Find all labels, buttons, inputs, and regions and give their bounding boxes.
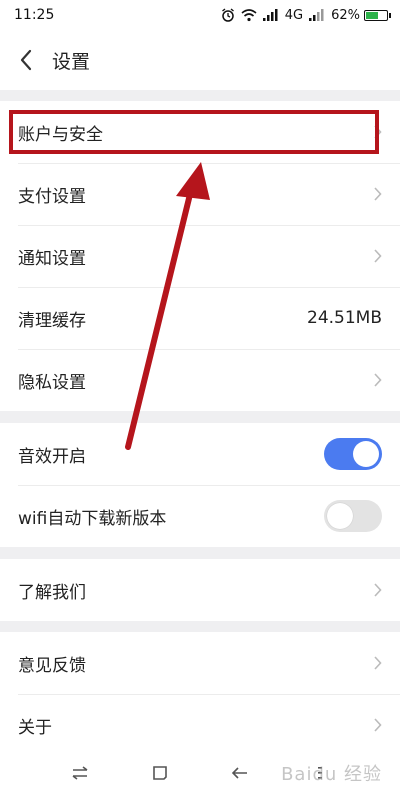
chevron-left-icon (20, 49, 32, 71)
settings-item-about-us[interactable]: 了解我们 (0, 559, 400, 621)
chevron-right-icon (373, 187, 382, 201)
signal-icon-2 (309, 9, 324, 21)
battery-percent: 62% (331, 7, 360, 23)
chevron-right-icon (373, 656, 382, 670)
settings-item-label: 通知设置 (18, 248, 86, 269)
chevron-right-icon (373, 583, 382, 597)
status-icons: 4G 62% (221, 7, 391, 23)
settings-item-privacy[interactable]: 隐私设置 (0, 349, 400, 411)
watermark: Baidu 经验 (281, 764, 382, 785)
nav-back-button[interactable] (220, 753, 260, 793)
settings-item-label: 支付设置 (18, 186, 86, 207)
settings-group-toggles: 音效开启 wifi自动下载新版本 (0, 423, 400, 547)
settings-item-sound: 音效开启 (0, 423, 400, 485)
annotation-highlight-box (9, 110, 379, 154)
settings-item-label: 清理缓存 (18, 310, 86, 331)
settings-item-label: 意见反馈 (18, 655, 86, 676)
chevron-right-icon (373, 249, 382, 263)
chevron-right-icon (373, 718, 382, 732)
toggle-knob (327, 503, 353, 529)
battery-icon (364, 9, 391, 21)
sound-toggle[interactable] (324, 438, 382, 470)
chevron-right-icon (373, 373, 382, 387)
signal-icon (262, 9, 278, 21)
toggle-knob (353, 441, 379, 467)
battery: 62% (331, 7, 391, 23)
settings-item-label: 关于 (18, 717, 52, 738)
wifi-auto-download-toggle[interactable] (324, 500, 382, 532)
settings-item-label: 了解我们 (18, 582, 86, 603)
settings-item-label: wifi自动下载新版本 (18, 508, 167, 529)
settings-item-label: 隐私设置 (18, 372, 86, 393)
nav-home-button[interactable] (140, 753, 180, 793)
switch-arrows-icon (72, 766, 88, 780)
header: 设置 (0, 30, 400, 90)
page-title: 设置 (52, 50, 91, 73)
settings-item-clear-cache[interactable]: 清理缓存 24.51MB (0, 287, 400, 349)
wifi-icon (241, 8, 257, 21)
status-time: 11:25 (14, 7, 55, 23)
settings-group-about-us: 了解我们 (0, 559, 400, 621)
settings-group-feedback: 意见反馈 关于 (0, 632, 400, 756)
back-arrow-icon (231, 767, 247, 779)
cache-size: 24.51MB (307, 308, 382, 328)
back-button[interactable] (2, 30, 50, 90)
settings-item-feedback[interactable]: 意见反馈 (0, 632, 400, 694)
network-type: 4G (284, 7, 304, 23)
alarm-icon (221, 8, 234, 22)
nav-switch-button[interactable] (60, 753, 100, 793)
home-square-icon (153, 766, 167, 780)
settings-item-notifications[interactable]: 通知设置 (0, 225, 400, 287)
settings-item-payment[interactable]: 支付设置 (0, 163, 400, 225)
settings-item-wifi-auto-download: wifi自动下载新版本 (0, 485, 400, 547)
status-bar: 11:25 4G 62% (0, 0, 400, 30)
battery-fill (366, 11, 378, 19)
settings-item-label: 音效开启 (18, 446, 86, 467)
